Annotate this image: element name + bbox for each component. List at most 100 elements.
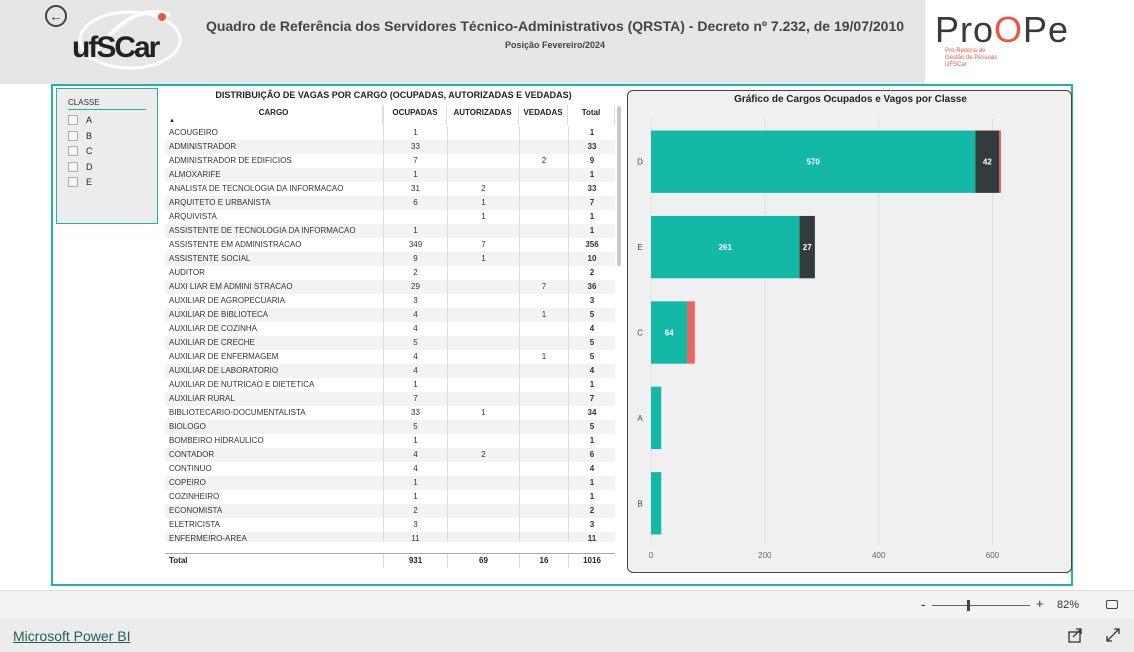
slicer-item-c[interactable]: C: [68, 144, 93, 158]
slicer-title: CLASSE: [68, 98, 146, 110]
classe-slicer: CLASSE A B C D E: [56, 88, 158, 224]
bar-segment[interactable]: [651, 472, 662, 535]
cell-cargo: ECONOMISTA: [169, 506, 223, 515]
cell-cargo: AUXILIAR DE ENFERMAGEM: [169, 352, 279, 361]
cell-ocupadas: 7: [383, 154, 447, 168]
checkbox-icon[interactable]: [68, 115, 78, 125]
bar-segment[interactable]: [999, 130, 1002, 193]
zoom-in-button[interactable]: +: [1036, 596, 1044, 611]
cell-ocupadas: [383, 210, 447, 224]
cell-total: 1: [568, 210, 615, 224]
cell-vedadas: [519, 434, 568, 448]
fit-to-page-icon[interactable]: [1106, 600, 1118, 609]
slicer-item-b[interactable]: B: [68, 129, 92, 143]
cell-ocupadas: 5: [383, 420, 447, 434]
column-header-autorizadas[interactable]: AUTORIZADAS: [447, 105, 519, 125]
table-row[interactable]: AUXILIAR DE AGROPECUARIA 3 3: [165, 294, 615, 308]
table-row[interactable]: BIOLOGO 5 5: [165, 420, 615, 434]
table-row[interactable]: ARQUIVISTA 1 1: [165, 210, 615, 224]
table-row[interactable]: ADMINISTRADOR DE EDIFICIOS 7 2 9: [165, 154, 615, 168]
column-header-vedadas[interactable]: VEDADAS: [519, 105, 568, 125]
zoom-slider-thumb[interactable]: [967, 600, 971, 611]
table-row[interactable]: COZINHEIRO 1 1: [165, 490, 615, 504]
checkbox-icon[interactable]: [68, 177, 78, 187]
zoom-bar: - + 82%: [0, 590, 1134, 619]
table-row[interactable]: BOMBEIRO HIDRAULICO 1 1: [165, 434, 615, 448]
table-row[interactable]: ALMOXARIFE 1 1: [165, 168, 615, 182]
table-row[interactable]: AUXILIAR DE LABORATORIO 4 4: [165, 364, 615, 378]
table-title: DISTRIBUIÇÃO DE VAGAS POR CARGO (OCUPADA…: [215, 90, 572, 100]
table-row[interactable]: AUXILIAR DE COZINHA 4 4: [165, 322, 615, 336]
cell-cargo: ELETRICISTA: [169, 520, 220, 529]
zoom-out-button[interactable]: -: [921, 596, 926, 612]
cell-cargo: ADMINISTRADOR DE EDIFICIOS: [169, 156, 292, 165]
table-row[interactable]: AUXILIAR DE BIBLIOTECA 4 1 5: [165, 308, 615, 322]
vagas-table: DISTRIBUIÇÃO DE VAGAS POR CARGO (OCUPADA…: [165, 88, 622, 568]
cell-vedadas: [519, 462, 568, 476]
table-header: CARGO ▲ OCUPADAS AUTORIZADAS VEDADAS Tot…: [165, 105, 615, 125]
column-header-ocupadas[interactable]: OCUPADAS: [383, 105, 447, 125]
table-row[interactable]: ASSISTENTE EM ADMINISTRACAO 349 7 356: [165, 238, 615, 252]
cell-vedadas: [519, 210, 568, 224]
table-row[interactable]: COPEIRO 1 1: [165, 476, 615, 490]
cell-cargo: CONTADOR: [169, 450, 215, 459]
slicer-item-a[interactable]: A: [68, 113, 92, 127]
column-header-label: CARGO: [258, 108, 289, 117]
cell-cargo: AUXILIAR DE LABORATORIO: [169, 366, 279, 375]
checkbox-icon[interactable]: [68, 131, 78, 141]
cell-ocupadas: 9: [383, 252, 447, 266]
column-header-cargo[interactable]: CARGO ▲: [165, 105, 383, 125]
table-row[interactable]: CONTINUO 4 4: [165, 462, 615, 476]
powerbi-link[interactable]: Microsoft Power BI: [13, 628, 130, 644]
cell-ocupadas: 31: [383, 182, 447, 196]
total-autorizadas: 69: [447, 554, 519, 568]
table-row[interactable]: BIBLIOTECARIO-DOCUMENTALISTA 33 1 34: [165, 406, 615, 420]
fullscreen-icon[interactable]: [1105, 627, 1121, 643]
cell-total: 5: [568, 336, 615, 350]
zoom-slider-track[interactable]: [932, 605, 1030, 606]
checkbox-icon[interactable]: [68, 146, 78, 156]
table-row[interactable]: ECONOMISTA 2 2: [165, 504, 615, 518]
bar-segment[interactable]: [651, 386, 662, 450]
cell-total: 2: [568, 504, 615, 518]
total-ocupadas: 931: [383, 554, 447, 568]
table-row[interactable]: ASSISTENTE DE TECNOLOGIA DA INFORMACAO 1 1: [165, 224, 615, 238]
table-row[interactable]: CONTADOR 4 2 6: [165, 448, 615, 462]
table-row[interactable]: AUXILIAR DE ENFERMAGEM 4 1 5: [165, 350, 615, 364]
cell-vedadas: [519, 322, 568, 336]
cell-total: 1: [568, 490, 615, 504]
column-header-total[interactable]: Total: [568, 105, 615, 125]
table-row[interactable]: ARQUITETO E URBANISTA 6 1 7: [165, 196, 615, 210]
table-row[interactable]: ACOUGEIRO 1 1: [165, 126, 615, 140]
cell-ocupadas: 33: [383, 406, 447, 420]
sort-ascending-icon[interactable]: ▲: [169, 118, 175, 124]
table-row[interactable]: AUXILIAR DE CRECHE 5 5: [165, 336, 615, 350]
table-row[interactable]: ASSISTENTE SOCIAL 9 1 10: [165, 252, 615, 266]
back-arrow-icon[interactable]: ←: [45, 5, 67, 27]
cell-ocupadas: 349: [383, 238, 447, 252]
cell-vedadas: 1: [519, 308, 568, 322]
bar-data-label: 64: [665, 329, 674, 338]
table-scrollbar[interactable]: [617, 106, 621, 266]
share-icon[interactable]: [1067, 627, 1083, 643]
cell-cargo: AUXILIAR DE BIBLIOTECA: [169, 310, 269, 319]
slicer-item-d[interactable]: D: [68, 160, 93, 174]
cell-ocupadas: 2: [383, 266, 447, 280]
table-row[interactable]: ENFERMEIRO-AREA 11 11: [165, 532, 615, 542]
checkbox-icon[interactable]: [68, 162, 78, 172]
y-category-label: E: [637, 243, 642, 252]
table-row[interactable]: AUXI LIAR EM ADMINI STRACAO 29 7 36: [165, 280, 615, 294]
table-row[interactable]: AUDITOR 2 2: [165, 266, 615, 280]
bar-segment[interactable]: [687, 301, 695, 364]
cell-autorizadas: 1: [447, 210, 519, 224]
cell-total: 3: [568, 518, 615, 532]
slicer-item-e[interactable]: E: [68, 175, 92, 189]
table-row[interactable]: AUXILIAR RURAL 7 7: [165, 392, 615, 406]
cell-autorizadas: 1: [447, 406, 519, 420]
cell-cargo: CONTINUO: [169, 464, 212, 473]
table-row[interactable]: ELETRICISTA 3 3: [165, 518, 615, 532]
table-row[interactable]: AUXILIAR DE NUTRICAO E DIETETICA 1 1: [165, 378, 615, 392]
table-row[interactable]: ANALISTA DE TECNOLOGIA DA INFORMACAO 31 2 3…: [165, 182, 615, 196]
table-row[interactable]: ADMINISTRADOR 33 33: [165, 140, 615, 154]
cell-total: 1: [568, 168, 615, 182]
